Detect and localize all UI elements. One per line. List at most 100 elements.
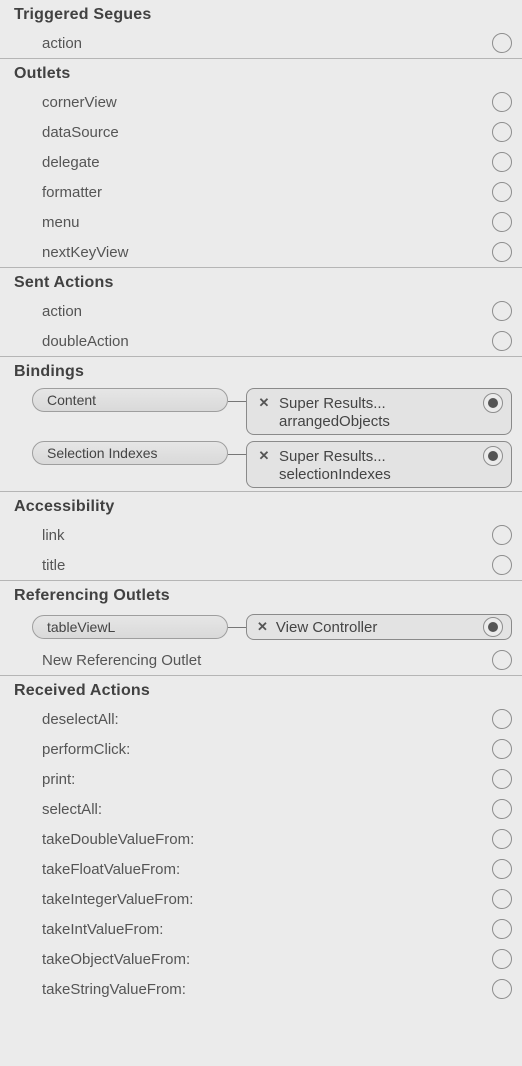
connection-row[interactable]: takeObjectValueFrom: <box>0 944 522 974</box>
connection-label: deselectAll: <box>42 711 486 728</box>
connection-row[interactable]: takeFloatValueFrom: <box>0 854 522 884</box>
connection-well[interactable] <box>492 555 512 575</box>
connection-label: takeFloatValueFrom: <box>42 861 486 878</box>
connection-well[interactable] <box>492 650 512 670</box>
connection-well[interactable] <box>492 152 512 172</box>
referencing-pill[interactable]: tableViewL <box>32 615 228 639</box>
connection-row[interactable]: formatter <box>0 177 522 207</box>
connection-row[interactable]: deselectAll: <box>0 704 522 734</box>
connection-label: action <box>42 35 486 52</box>
connection-row[interactable]: action <box>0 28 522 58</box>
connector-line <box>228 454 246 455</box>
section-header: Outlets <box>0 59 522 87</box>
remove-binding-icon[interactable]: ✕ <box>257 395 271 411</box>
connection-well[interactable] <box>492 979 512 999</box>
connection-row[interactable]: takeStringValueFrom: <box>0 974 522 1004</box>
binding-destination[interactable]: ✕ Super Results... selectionIndexes <box>246 441 512 488</box>
section-header: Accessibility <box>0 492 522 520</box>
binding-pill[interactable]: Content <box>32 388 228 412</box>
connection-label: title <box>42 557 486 574</box>
connection-label: delegate <box>42 154 486 171</box>
connection-label: action <box>42 303 486 320</box>
connection-label: performClick: <box>42 741 486 758</box>
connection-well[interactable] <box>492 889 512 909</box>
connection-well[interactable] <box>483 393 503 413</box>
section-header: Bindings <box>0 357 522 385</box>
section-header: Received Actions <box>0 676 522 704</box>
referencing-destination[interactable]: ✕ View Controller <box>246 614 512 640</box>
connection-well[interactable] <box>492 122 512 142</box>
connection-label: nextKeyView <box>42 244 486 261</box>
connector-line <box>228 627 246 628</box>
connection-row[interactable]: nextKeyView <box>0 237 522 267</box>
connection-row[interactable]: dataSource <box>0 117 522 147</box>
connection-well[interactable] <box>492 769 512 789</box>
connection-well[interactable] <box>483 446 503 466</box>
connection-row[interactable]: takeIntegerValueFrom: <box>0 884 522 914</box>
section-header: Sent Actions <box>0 268 522 296</box>
connection-well[interactable] <box>492 949 512 969</box>
connection-row[interactable]: takeDoubleValueFrom: <box>0 824 522 854</box>
connection-well[interactable] <box>492 739 512 759</box>
remove-connection-icon[interactable]: ✕ <box>257 619 268 635</box>
binding-row: Content ✕ Super Results... arrangedObjec… <box>0 385 522 438</box>
connection-row[interactable]: link <box>0 520 522 550</box>
binding-dest-title: Super Results... <box>279 395 477 412</box>
section-received-actions: Received Actions deselectAll: performCli… <box>0 675 522 1004</box>
connection-row[interactable]: cornerView <box>0 87 522 117</box>
connection-row[interactable]: takeIntValueFrom: <box>0 914 522 944</box>
connections-inspector: Triggered Segues action Outlets cornerVi… <box>0 0 522 1004</box>
connection-well[interactable] <box>492 182 512 202</box>
connection-well[interactable] <box>492 212 512 232</box>
connection-well[interactable] <box>492 331 512 351</box>
connection-label: cornerView <box>42 94 486 111</box>
connection-label: print: <box>42 771 486 788</box>
connection-well[interactable] <box>492 33 512 53</box>
connection-label: takeDoubleValueFrom: <box>42 831 486 848</box>
connection-label: takeIntValueFrom: <box>42 921 486 938</box>
referencing-outlet-row: tableViewL ✕ View Controller <box>0 609 522 645</box>
referencing-dest-title: View Controller <box>276 619 477 636</box>
connection-well[interactable] <box>492 829 512 849</box>
binding-destination[interactable]: ✕ Super Results... arrangedObjects <box>246 388 512 435</box>
connection-well[interactable] <box>492 92 512 112</box>
connection-row[interactable]: menu <box>0 207 522 237</box>
remove-binding-icon[interactable]: ✕ <box>257 448 271 464</box>
binding-row: Selection Indexes ✕ Super Results... sel… <box>0 438 522 491</box>
connection-well[interactable] <box>492 709 512 729</box>
connection-label: takeStringValueFrom: <box>42 981 486 998</box>
connection-well[interactable] <box>492 301 512 321</box>
connection-label: dataSource <box>42 124 486 141</box>
referencing-name: tableViewL <box>47 619 115 635</box>
connection-label: takeIntegerValueFrom: <box>42 891 486 908</box>
binding-pill[interactable]: Selection Indexes <box>32 441 228 465</box>
connection-row[interactable]: doubleAction <box>0 326 522 356</box>
section-bindings: Bindings Content ✕ Super Results... arra… <box>0 356 522 491</box>
section-header: Referencing Outlets <box>0 581 522 609</box>
connection-well[interactable] <box>492 859 512 879</box>
connection-label: doubleAction <box>42 333 486 350</box>
binding-dest-title: Super Results... <box>279 448 477 465</box>
connection-well[interactable] <box>492 242 512 262</box>
connection-label: link <box>42 527 486 544</box>
connection-well[interactable] <box>492 799 512 819</box>
connection-row[interactable]: print: <box>0 764 522 794</box>
connection-label: formatter <box>42 184 486 201</box>
connection-row[interactable]: title <box>0 550 522 580</box>
connection-row[interactable]: selectAll: <box>0 794 522 824</box>
section-sent-actions: Sent Actions action doubleAction <box>0 267 522 356</box>
connection-well[interactable] <box>492 919 512 939</box>
section-accessibility: Accessibility link title <box>0 491 522 580</box>
connection-well[interactable] <box>492 525 512 545</box>
section-referencing-outlets: Referencing Outlets tableViewL ✕ View Co… <box>0 580 522 675</box>
binding-name: Content <box>47 392 96 408</box>
connection-well[interactable] <box>483 617 503 637</box>
new-referencing-outlet-row[interactable]: New Referencing Outlet <box>0 645 522 675</box>
connection-label: menu <box>42 214 486 231</box>
binding-dest-sub: arrangedObjects <box>257 413 503 430</box>
connector-line <box>228 401 246 402</box>
connection-row[interactable]: performClick: <box>0 734 522 764</box>
connection-label: New Referencing Outlet <box>42 652 486 669</box>
connection-row[interactable]: delegate <box>0 147 522 177</box>
connection-row[interactable]: action <box>0 296 522 326</box>
